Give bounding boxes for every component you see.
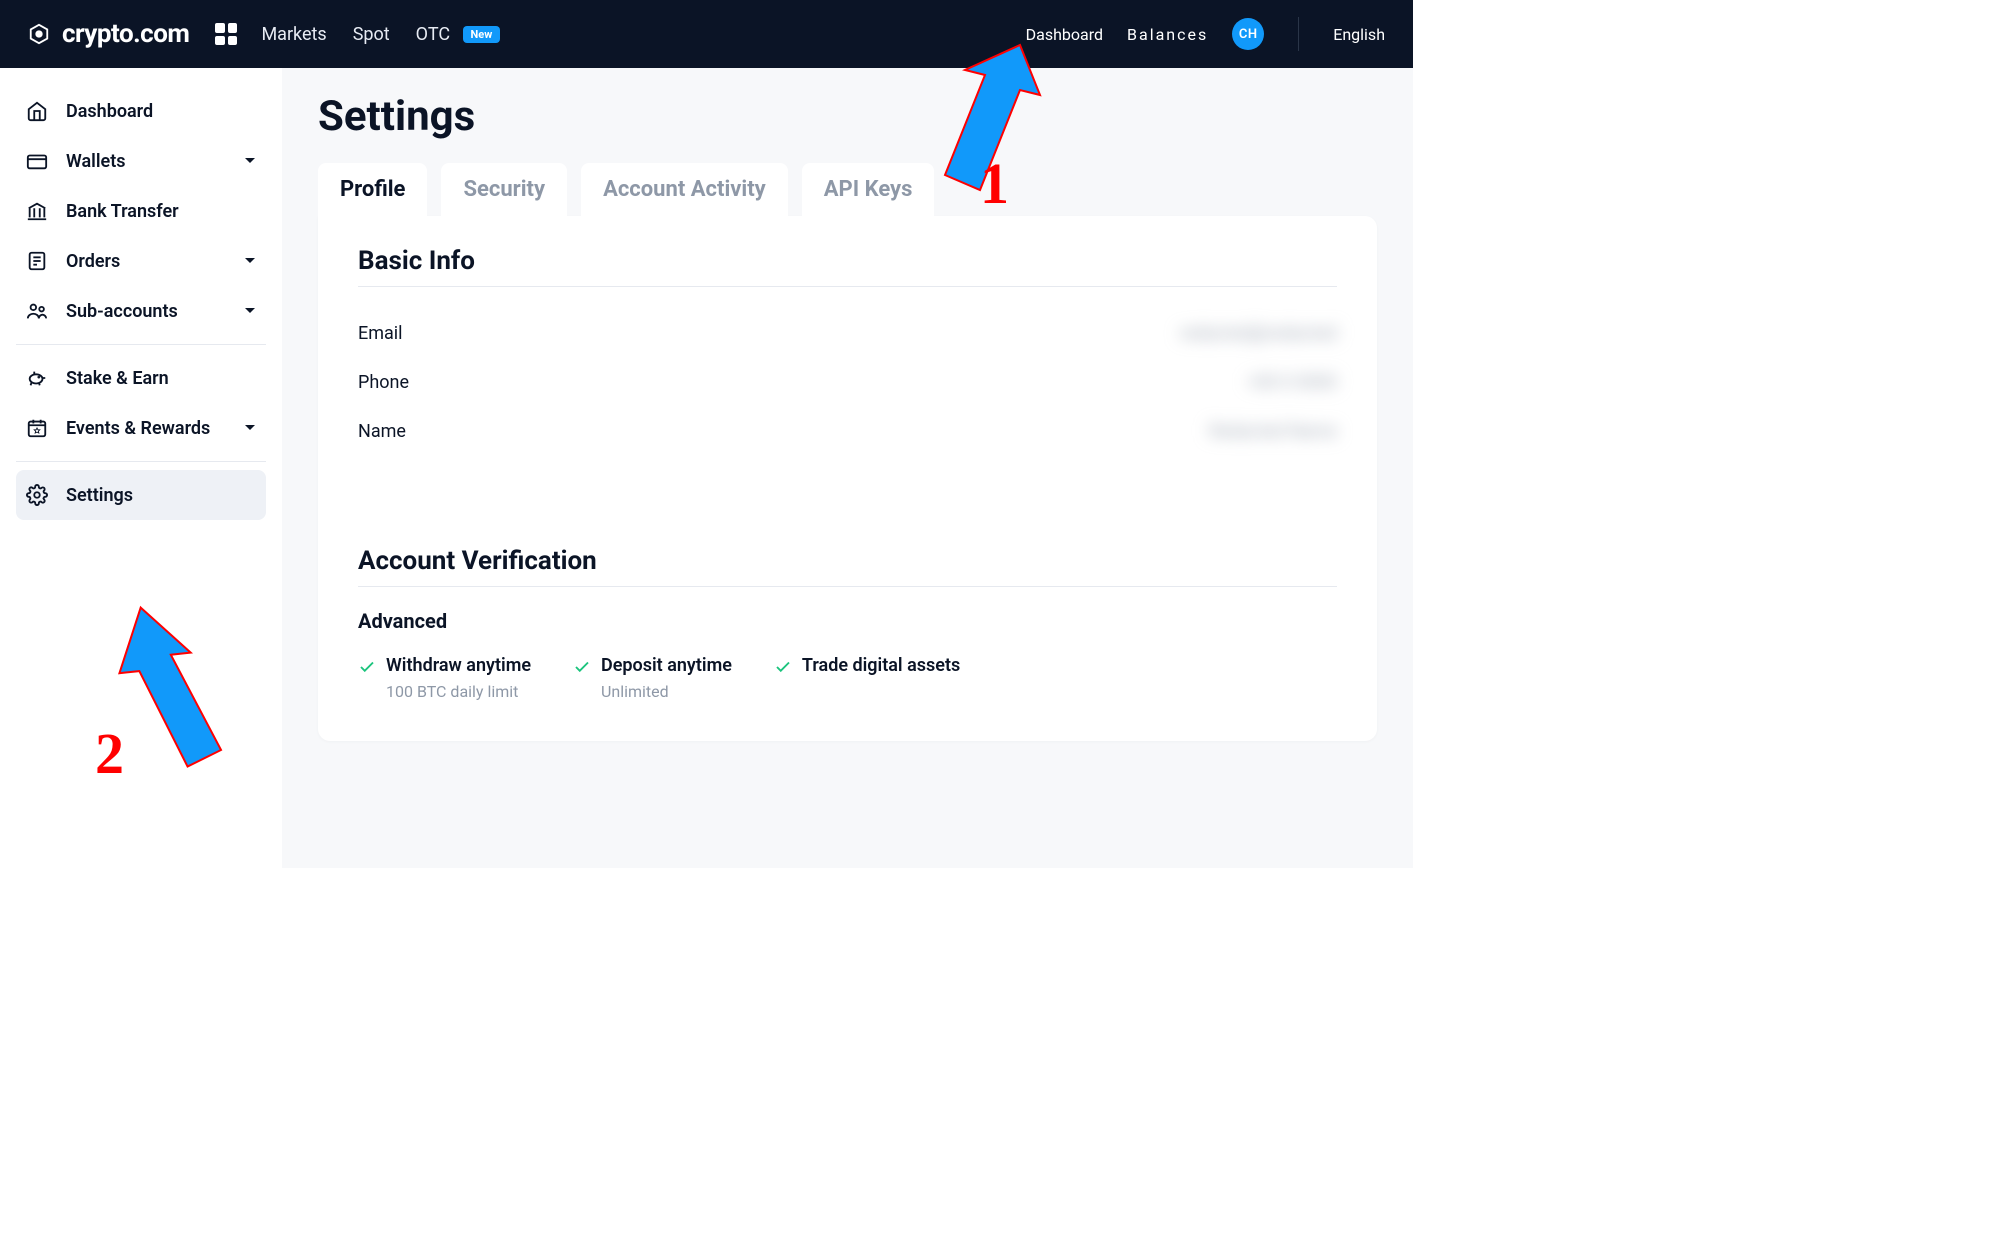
sidebar-item-dashboard[interactable]: Dashboard xyxy=(16,86,266,136)
chevron-down-icon xyxy=(244,251,256,272)
sidebar-item-stake-earn[interactable]: Stake & Earn xyxy=(16,353,266,403)
users-icon xyxy=(26,300,48,322)
home-icon xyxy=(26,100,48,122)
layout: Dashboard Wallets Bank Transfer Orders S… xyxy=(0,68,1413,868)
email-value: redacted@redacted xyxy=(1180,323,1337,344)
sidebar-item-settings[interactable]: Settings xyxy=(16,470,266,520)
verification-features: Withdraw anytime 100 BTC daily limit Dep… xyxy=(358,655,1337,701)
language-selector[interactable]: English xyxy=(1333,25,1385,44)
gear-icon xyxy=(26,484,48,506)
nav-otc-label: OTC xyxy=(416,24,450,45)
new-badge: New xyxy=(463,26,501,43)
page-title: Settings xyxy=(318,92,1377,141)
feature-sub: Unlimited xyxy=(601,682,732,701)
wallet-icon xyxy=(26,150,48,172)
chevron-down-icon xyxy=(244,418,256,439)
tab-api-keys[interactable]: API Keys xyxy=(802,163,935,216)
check-icon xyxy=(358,658,376,676)
sidebar-item-sub-accounts[interactable]: Sub-accounts xyxy=(16,286,266,336)
sidebar-item-wallets[interactable]: Wallets xyxy=(16,136,266,186)
chevron-down-icon xyxy=(244,151,256,172)
phone-label: Phone xyxy=(358,372,409,393)
tab-security[interactable]: Security xyxy=(441,163,567,216)
info-row-name: Name Redacted Name xyxy=(358,407,1337,456)
check-icon xyxy=(774,658,792,676)
feature-sub: 100 BTC daily limit xyxy=(386,682,531,701)
orders-icon xyxy=(26,250,48,272)
check-icon xyxy=(573,658,591,676)
nav-dashboard[interactable]: Dashboard xyxy=(1026,25,1103,44)
verification-heading: Account Verification xyxy=(358,546,1337,576)
brand-name: crypto.com xyxy=(62,19,189,49)
sidebar-item-events-rewards[interactable]: Events & Rewards xyxy=(16,403,266,453)
header-right: Dashboard Balances CH English xyxy=(1026,17,1385,51)
sidebar-item-label: Orders xyxy=(66,251,120,272)
sidebar-item-label: Bank Transfer xyxy=(66,201,179,222)
brand-logo[interactable]: crypto.com xyxy=(28,19,189,49)
name-label: Name xyxy=(358,421,406,442)
email-label: Email xyxy=(358,323,403,344)
basic-info-heading: Basic Info xyxy=(358,246,1337,276)
feature-deposit: Deposit anytime Unlimited xyxy=(573,655,732,701)
phone-value: +00 0 0000 xyxy=(1247,372,1337,393)
feature-title: Trade digital assets xyxy=(802,655,960,676)
section-rule xyxy=(358,586,1337,587)
sidebar-item-label: Settings xyxy=(66,485,133,506)
calendar-star-icon xyxy=(26,417,48,439)
nav-markets[interactable]: Markets xyxy=(261,24,326,45)
sidebar: Dashboard Wallets Bank Transfer Orders S… xyxy=(0,68,282,868)
header-divider xyxy=(1298,17,1299,51)
nav-balances[interactable]: Balances xyxy=(1127,25,1208,44)
avatar[interactable]: CH xyxy=(1232,18,1264,50)
header-nav: Markets Spot OTC New xyxy=(261,24,500,45)
main-content: Settings Profile Security Account Activi… xyxy=(282,68,1413,868)
section-rule xyxy=(358,286,1337,287)
verification-advanced: Advanced xyxy=(358,609,1337,633)
piggy-bank-icon xyxy=(26,367,48,389)
sidebar-item-orders[interactable]: Orders xyxy=(16,236,266,286)
nav-spot[interactable]: Spot xyxy=(353,24,390,45)
settings-tabs: Profile Security Account Activity API Ke… xyxy=(318,163,1377,216)
name-value: Redacted Name xyxy=(1209,421,1337,442)
feature-withdraw: Withdraw anytime 100 BTC daily limit xyxy=(358,655,531,701)
nav-otc[interactable]: OTC New xyxy=(416,24,501,45)
top-header: crypto.com Markets Spot OTC New Dashboar… xyxy=(0,0,1413,68)
tab-account-activity[interactable]: Account Activity xyxy=(581,163,788,216)
feature-trade: Trade digital assets xyxy=(774,655,960,701)
tab-profile[interactable]: Profile xyxy=(318,163,427,216)
profile-card: Basic Info Email redacted@redacted Phone… xyxy=(318,216,1377,741)
feature-title: Withdraw anytime xyxy=(386,655,531,676)
sidebar-item-label: Events & Rewards xyxy=(66,418,210,439)
chevron-down-icon xyxy=(244,301,256,322)
bank-icon xyxy=(26,200,48,222)
brand-hex-icon xyxy=(28,23,50,45)
sidebar-item-label: Sub-accounts xyxy=(66,301,178,322)
sidebar-item-label: Wallets xyxy=(66,151,126,172)
apps-grid-icon[interactable] xyxy=(215,23,237,45)
feature-title: Deposit anytime xyxy=(601,655,732,676)
app-root: crypto.com Markets Spot OTC New Dashboar… xyxy=(0,0,1413,868)
sidebar-divider xyxy=(16,344,266,345)
sidebar-item-label: Stake & Earn xyxy=(66,368,169,389)
sidebar-item-bank-transfer[interactable]: Bank Transfer xyxy=(16,186,266,236)
info-row-email: Email redacted@redacted xyxy=(358,309,1337,358)
sidebar-item-label: Dashboard xyxy=(66,101,153,122)
info-row-phone: Phone +00 0 0000 xyxy=(358,358,1337,407)
sidebar-divider xyxy=(16,461,266,462)
